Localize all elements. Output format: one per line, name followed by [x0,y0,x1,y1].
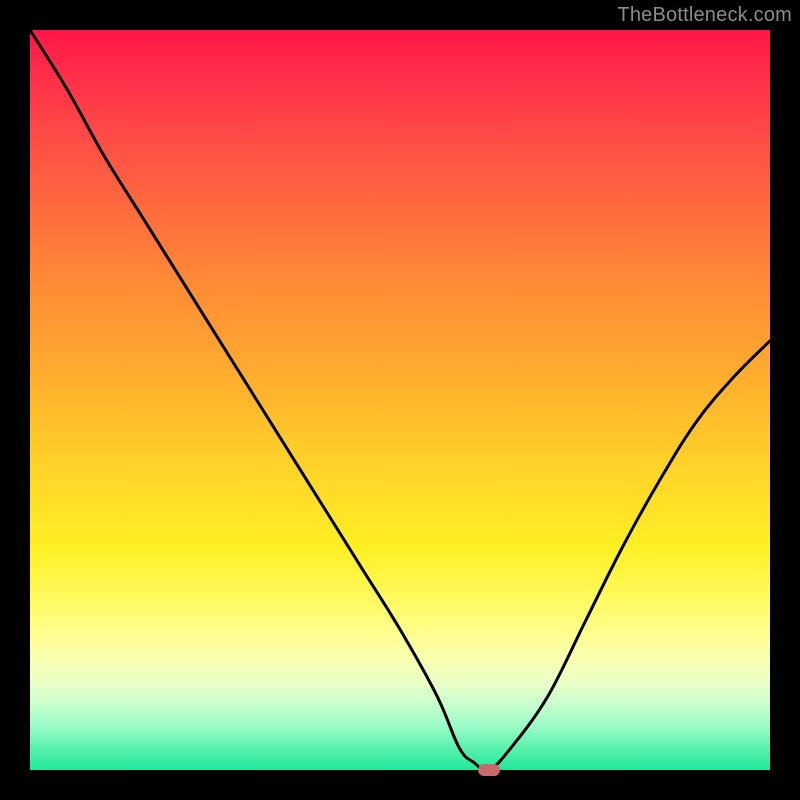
plot-area [30,30,770,770]
minimum-marker [478,764,500,776]
bottleneck-curve [30,30,770,770]
watermark-text: TheBottleneck.com [617,4,792,27]
chart-frame: TheBottleneck.com [0,0,800,800]
